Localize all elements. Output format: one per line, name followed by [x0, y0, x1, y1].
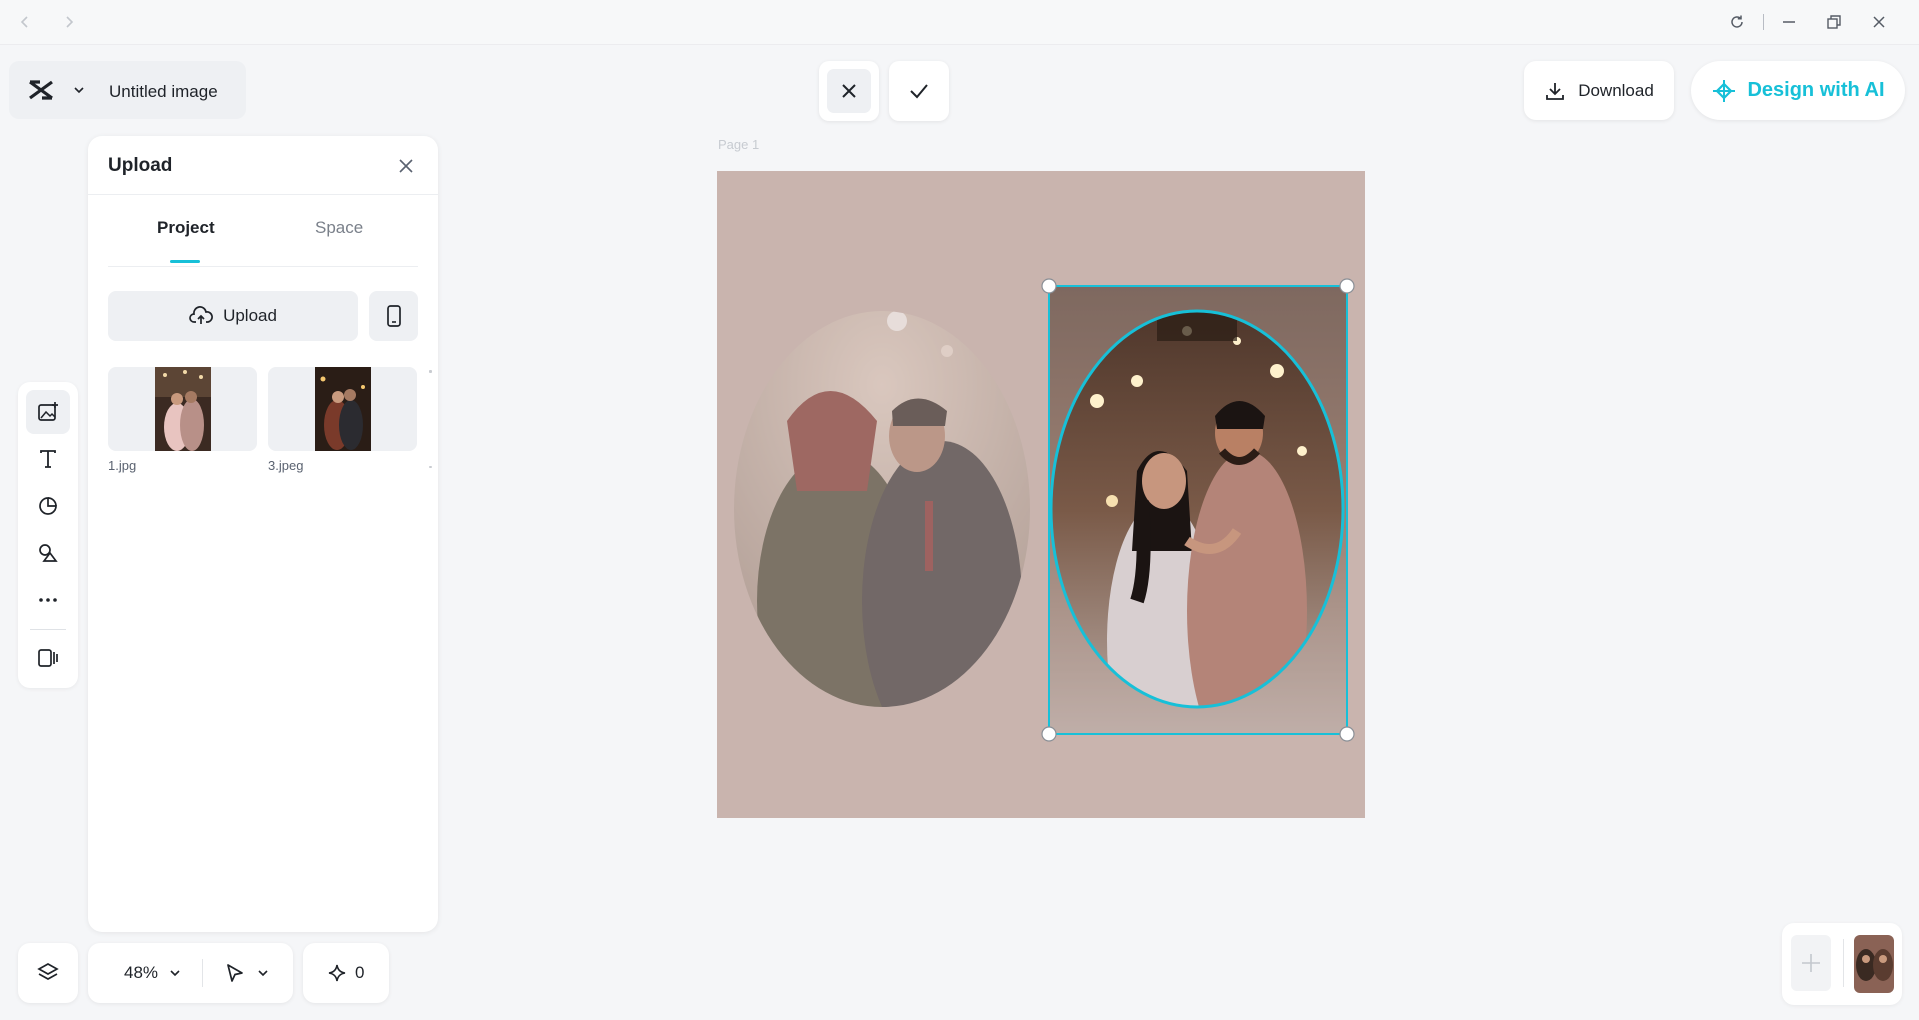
add-page-button[interactable]: [1791, 935, 1831, 991]
scrollbar-bottom[interactable]: [429, 466, 432, 468]
layers-icon: [36, 961, 60, 985]
pointer-icon[interactable]: [224, 962, 246, 984]
thumbnail-image: [155, 367, 211, 451]
resize-handle: [1041, 278, 1057, 294]
upload-button[interactable]: Upload: [108, 291, 358, 341]
project-menu[interactable]: Untitled image: [9, 61, 246, 119]
bottom-separator: [202, 959, 203, 987]
text-icon[interactable]: [26, 437, 70, 481]
app-logo-icon: [27, 79, 55, 101]
left-photo-frame[interactable]: [717, 301, 1047, 761]
refresh-icon[interactable]: [1725, 10, 1749, 34]
download-icon: [1544, 80, 1566, 102]
zoom-controls: 48%: [88, 943, 293, 1003]
check-icon: [897, 69, 941, 113]
panel-title: Upload: [108, 155, 173, 176]
zoom-chevron-icon[interactable]: [168, 966, 182, 980]
sparkle-icon: [327, 963, 347, 983]
close-panel-icon[interactable]: [394, 154, 418, 178]
page-thumbnail[interactable]: [1854, 935, 1894, 993]
pointer-chevron-icon[interactable]: [256, 966, 270, 980]
project-title[interactable]: Untitled image: [109, 82, 218, 102]
page-label: Page 1: [718, 137, 760, 152]
minimize-icon[interactable]: [1777, 10, 1801, 34]
design-with-ai-label: Design with AI: [1747, 79, 1885, 101]
close-icon: [827, 69, 871, 113]
chevron-down-icon[interactable]: [72, 83, 86, 97]
resize-handle: [1041, 726, 1057, 742]
add-image-icon[interactable]: [26, 390, 70, 434]
file-thumbnail[interactable]: [268, 367, 417, 451]
ai-credits-button[interactable]: 0: [303, 943, 389, 1003]
titlebar-separator: [1763, 14, 1764, 30]
templates-icon[interactable]: [26, 636, 70, 680]
more-icon[interactable]: [26, 578, 70, 622]
close-window-icon[interactable]: [1867, 10, 1891, 34]
phone-icon: [386, 305, 402, 327]
panel-divider: [88, 194, 438, 195]
right-photo-frame[interactable]: [1048, 287, 1346, 781]
scrollbar-top[interactable]: [429, 370, 432, 373]
page-strip: [1782, 923, 1902, 1005]
tab-space[interactable]: Space: [315, 218, 363, 238]
layers-button[interactable]: [18, 943, 78, 1003]
plus-icon: [1800, 952, 1822, 974]
confirm-crop-button[interactable]: [889, 61, 949, 121]
file-name: 3.jpeg: [268, 458, 304, 473]
tool-rail: [18, 382, 78, 688]
forward-icon[interactable]: [57, 10, 81, 34]
ai-sparkle-icon: [1711, 78, 1737, 104]
upload-panel: Upload Project Space Upload 1.jpg 3.jpeg: [88, 136, 438, 932]
zoom-level[interactable]: 48%: [124, 963, 158, 983]
rail-separator: [30, 629, 66, 630]
download-button[interactable]: Download: [1524, 61, 1674, 120]
elements-icon[interactable]: [26, 531, 70, 575]
thumbnail-image: [315, 367, 371, 451]
cloud-upload-icon: [189, 306, 214, 326]
file-thumbnail[interactable]: [108, 367, 257, 451]
resize-handle: [1339, 726, 1355, 742]
title-bar: [0, 0, 1919, 45]
download-label: Download: [1578, 80, 1654, 100]
design-canvas[interactable]: [717, 171, 1365, 818]
page-strip-separator: [1843, 939, 1844, 987]
active-tab-indicator: [170, 260, 200, 263]
cancel-crop-button[interactable]: [819, 61, 879, 121]
back-icon[interactable]: [13, 10, 37, 34]
tabs-divider: [108, 266, 418, 267]
design-with-ai-button[interactable]: Design with AI: [1691, 61, 1905, 120]
file-name: 1.jpg: [108, 458, 137, 473]
phone-upload-button[interactable]: [369, 291, 418, 341]
resize-handle: [1339, 278, 1355, 294]
ai-credits-count: 0: [355, 963, 365, 982]
tab-project[interactable]: Project: [157, 218, 215, 238]
restore-icon[interactable]: [1822, 10, 1846, 34]
shapes-icon[interactable]: [26, 484, 70, 528]
upload-button-label: Upload: [223, 306, 277, 325]
